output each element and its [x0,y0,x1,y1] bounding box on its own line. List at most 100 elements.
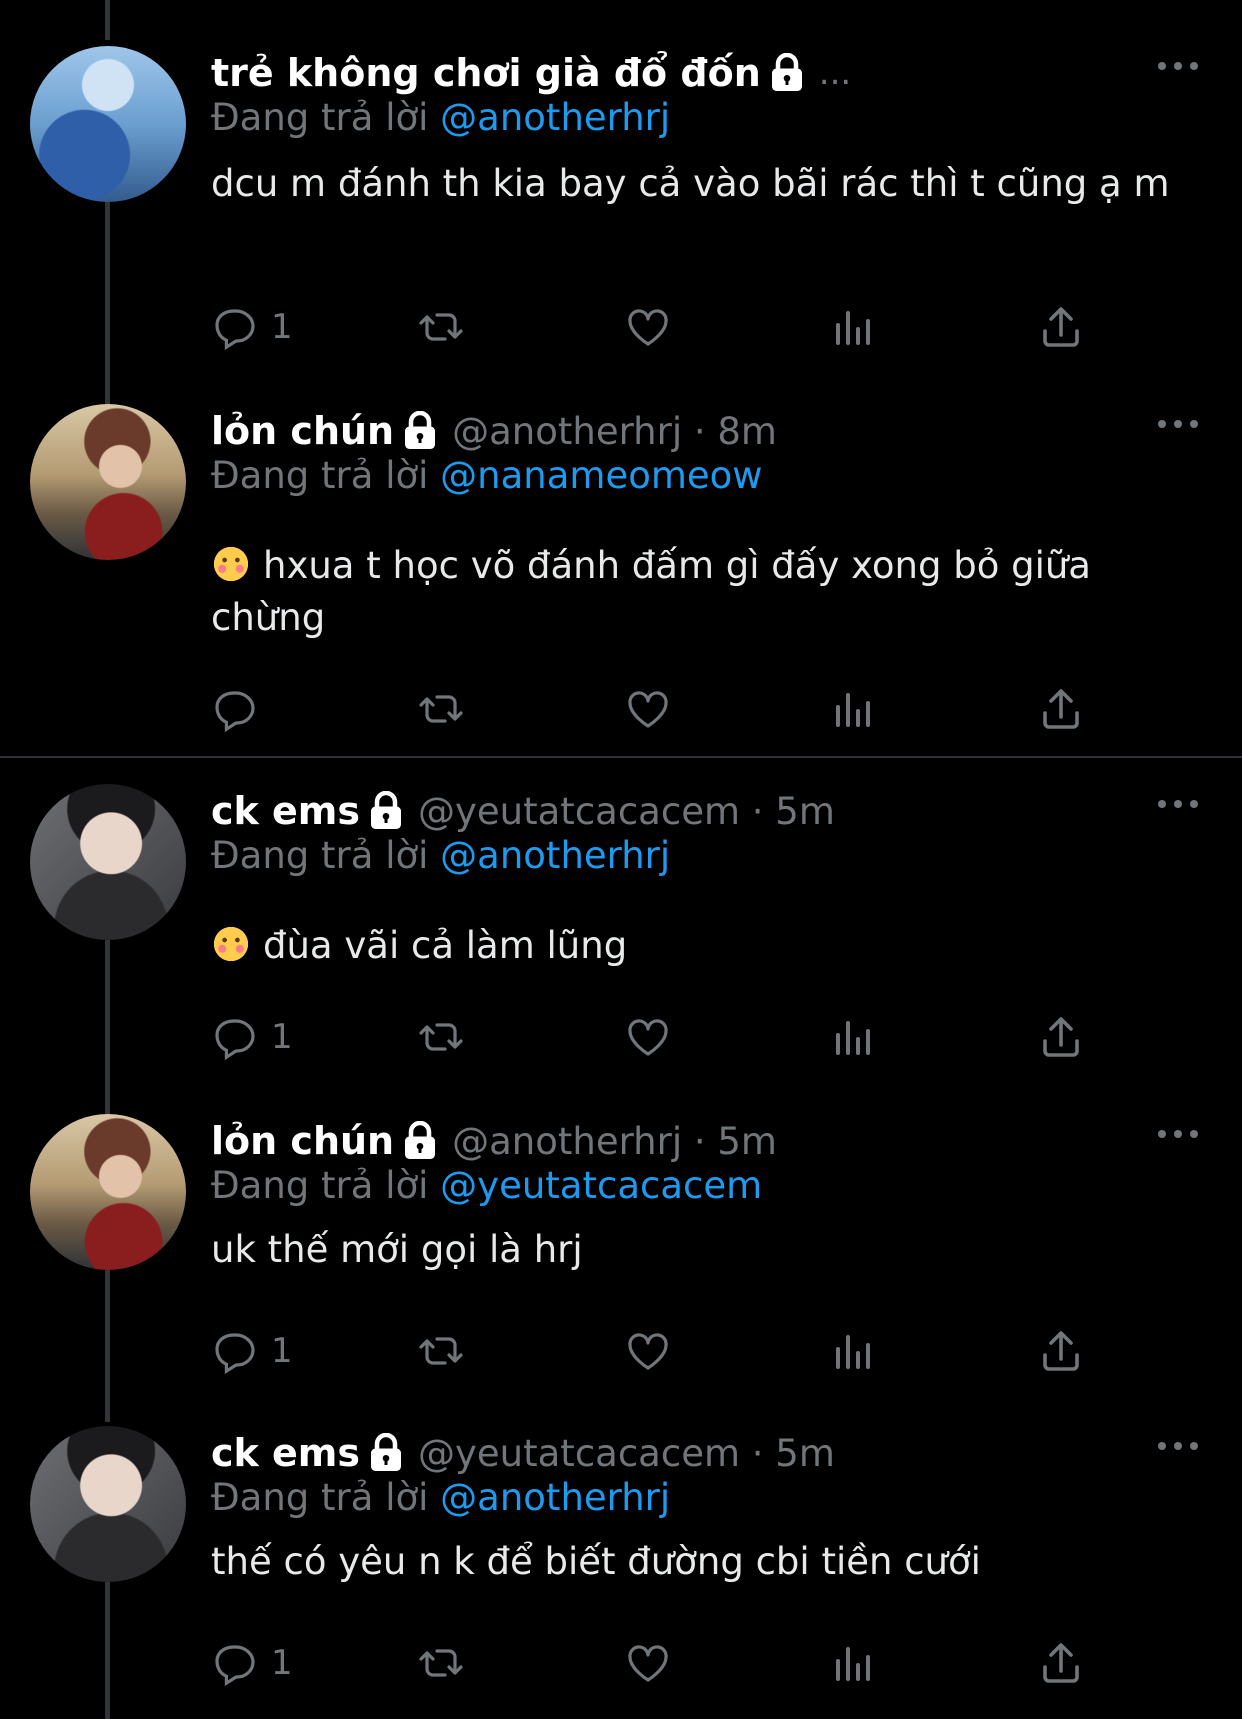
thread-line-top [105,0,110,40]
reply-button[interactable]: 1 [211,1012,293,1062]
action-bar: 1 [211,1012,1111,1062]
retweet-icon [419,695,463,723]
share-button[interactable] [1037,1638,1085,1688]
like-button[interactable] [624,1326,672,1376]
reply-button[interactable]: 1 [211,1326,293,1376]
share-icon [1043,1643,1079,1683]
tweet-header: trẻ không chơi già đổ đốn ... [211,48,851,98]
truncation-ellipsis: ... [818,53,852,93]
reply-button[interactable]: 1 [211,1638,293,1688]
retweet-icon [419,1337,463,1365]
display-name[interactable]: ck ems [211,1431,360,1475]
views-button[interactable] [830,1326,878,1376]
views-icon [836,311,870,345]
views-icon [836,1335,870,1369]
reply-count: 1 [271,307,293,347]
more-icon[interactable] [1158,418,1198,430]
like-icon [628,1645,668,1682]
more-icon[interactable] [1158,1440,1198,1452]
tweet[interactable]: lỏn chún @anotherhrj · 8m Đang trả lời @… [0,404,1242,734]
retweet-icon [419,1023,463,1051]
reply-context: Đang trả lời @anotherhrj [211,1476,670,1519]
reply-prefix: Đang trả lời [211,96,429,139]
reply-context: Đang trả lời @anotherhrj [211,96,670,139]
reply-prefix: Đang trả lời [211,1164,429,1207]
retweet-button[interactable] [417,1326,465,1376]
reply-mention[interactable]: @anotherhrj [440,1476,670,1519]
handle-time[interactable]: @yeutatcacacem · 5m [418,790,835,833]
share-button[interactable] [1037,1326,1085,1376]
tweet-header: lỏn chún @anotherhrj · 8m [211,406,777,456]
like-button[interactable] [624,684,672,734]
more-icon[interactable] [1158,798,1198,810]
like-button[interactable] [624,1638,672,1688]
more-icon[interactable] [1158,60,1198,72]
tweet-text: dcu m đánh th kia bay cả vào bãi rác thì… [211,162,1170,205]
reply-prefix: Đang trả lời [211,834,429,877]
retweet-button[interactable] [417,1638,465,1688]
handle-time[interactable]: @anotherhrj · 8m [452,410,777,453]
handle-time[interactable]: @yeutatcacacem · 5m [418,1432,835,1475]
avatar[interactable] [30,404,186,560]
views-button[interactable] [830,1638,878,1688]
tweet-text: hxua t học võ đánh đấm gì đấy xong bỏ gi… [211,544,1091,639]
tweet[interactable]: lỏn chún @anotherhrj · 5m Đang trả lời @… [0,1114,1242,1394]
views-icon [836,693,870,727]
display-name[interactable]: lỏn chún [211,409,394,453]
tweet[interactable]: trẻ không chơi già đổ đốn ... Đang trả l… [0,46,1242,356]
share-button[interactable] [1037,684,1085,734]
display-name[interactable]: lỏn chún [211,1119,394,1163]
action-bar: 1 [211,1326,1111,1376]
avatar[interactable] [30,1114,186,1270]
views-button[interactable] [830,684,878,734]
reply-mention[interactable]: @yeutatcacacem [440,1164,762,1207]
lock-icon [769,53,805,93]
tweet[interactable]: ck ems @yeutatcacacem · 5m Đang trả lời … [0,784,1242,1084]
views-button[interactable] [830,302,878,352]
action-bar: 1 [211,302,1111,352]
like-button[interactable] [624,1012,672,1062]
reply-button[interactable]: 1 [211,302,293,352]
tweet-text: uk thế mới gọi là hrj [211,1228,583,1271]
reply-context: Đang trả lời @yeutatcacacem [211,1164,762,1207]
reply-icon [215,1019,255,1061]
share-button[interactable] [1037,302,1085,352]
retweet-button[interactable] [417,1012,465,1062]
reply-context: Đang trả lời @nanameomeow [211,454,763,497]
like-icon [628,309,668,346]
avatar[interactable] [30,784,186,940]
reply-prefix: Đang trả lời [211,454,429,497]
handle-time[interactable]: @anotherhrj · 5m [452,1120,777,1163]
reply-mention[interactable]: @anotherhrj [440,96,670,139]
retweet-button[interactable] [417,684,465,734]
tweet-header: lỏn chún @anotherhrj · 5m [211,1116,777,1166]
reply-icon [215,309,255,351]
tweet-header: ck ems @yeutatcacacem · 5m [211,1428,835,1478]
more-icon[interactable] [1158,1128,1198,1140]
views-button[interactable] [830,1012,878,1062]
avatar[interactable] [30,1426,186,1582]
reply-mention[interactable]: @anotherhrj [440,834,670,877]
reply-mention[interactable]: @nanameomeow [440,454,762,497]
views-icon [836,1647,870,1681]
retweet-button[interactable] [417,302,465,352]
reply-count: 1 [271,1017,293,1057]
lock-icon [368,1433,404,1473]
thread-divider [0,756,1242,758]
action-bar [211,684,1111,734]
display-name[interactable]: trẻ không chơi già đổ đốn [211,51,761,95]
like-button[interactable] [624,302,672,352]
tweet[interactable]: ck ems @yeutatcacacem · 5m Đang trả lời … [0,1426,1242,1716]
lock-icon [368,791,404,831]
reply-count: 1 [271,1331,293,1371]
display-name[interactable]: ck ems [211,789,360,833]
lock-icon [402,1121,438,1161]
avatar[interactable] [30,46,186,202]
emoji-icon [211,924,251,964]
share-button[interactable] [1037,1012,1085,1062]
action-bar: 1 [211,1638,1111,1688]
retweet-icon [419,1649,463,1677]
reply-button[interactable] [211,684,259,734]
reply-count: 1 [271,1643,293,1683]
emoji-icon [211,544,251,584]
